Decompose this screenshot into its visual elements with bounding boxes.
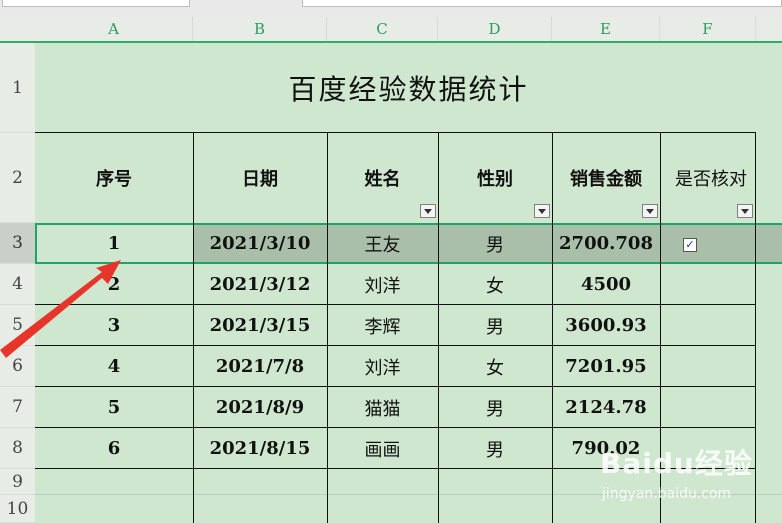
row-header-2[interactable]: 2: [0, 133, 35, 223]
watermark-url: jingyan.baidu.com: [602, 486, 732, 502]
cell-name[interactable]: 画画: [327, 428, 438, 469]
cell-amount[interactable]: 2124.78: [552, 387, 660, 428]
cell-amount[interactable]: 7201.95: [552, 346, 660, 387]
cell-name[interactable]: 猫猫: [327, 387, 438, 428]
cell-gender[interactable]: 男: [438, 428, 552, 469]
baidu-watermark: Baidu经验 jingyan.baidu.com: [588, 436, 782, 520]
column-header-d[interactable]: D: [438, 17, 552, 41]
cell-gender[interactable]: 女: [438, 264, 552, 305]
cell-gender[interactable]: 男: [438, 305, 552, 346]
cell-gender[interactable]: 男: [438, 387, 552, 428]
header-cell-no[interactable]: 序号: [35, 133, 193, 223]
column-header-bar: A B C D E F: [0, 17, 782, 43]
cell-date[interactable]: 2021/8/15: [193, 428, 327, 469]
cell-name[interactable]: 刘洋: [327, 264, 438, 305]
column-header-f[interactable]: F: [660, 17, 756, 41]
column-header-e[interactable]: E: [552, 17, 660, 41]
filter-dropdown-name[interactable]: [420, 204, 436, 218]
filter-dropdown-gender[interactable]: [534, 204, 550, 218]
watermark-brand: Baidu经验: [600, 447, 753, 480]
cell-amount[interactable]: 3600.93: [552, 305, 660, 346]
cell-amount[interactable]: 2700.708: [552, 223, 660, 264]
cell-name[interactable]: 刘洋: [327, 346, 438, 387]
cell-gender[interactable]: 女: [438, 346, 552, 387]
cell-name[interactable]: 李辉: [327, 305, 438, 346]
cell-date[interactable]: 2021/7/8: [193, 346, 327, 387]
filter-dropdown-checked[interactable]: [737, 204, 753, 218]
row-header-7[interactable]: 7: [0, 387, 35, 428]
header-cell-date[interactable]: 日期: [193, 133, 327, 223]
cell-amount[interactable]: 4500: [552, 264, 660, 305]
column-header-c[interactable]: C: [327, 17, 438, 41]
annotation-arrow-icon: [0, 260, 121, 358]
cell-no[interactable]: 6: [35, 428, 193, 469]
formula-input[interactable]: [302, 0, 782, 7]
row-header-10[interactable]: 10: [0, 495, 35, 523]
sheet-title[interactable]: 百度经验数据统计: [35, 43, 782, 133]
cell-date[interactable]: 2021/3/10: [193, 223, 327, 264]
column-header-b[interactable]: B: [193, 17, 327, 41]
row-header-8[interactable]: 8: [0, 428, 35, 469]
name-box[interactable]: [2, 0, 190, 7]
cell-date[interactable]: 2021/8/9: [193, 387, 327, 428]
verified-checkbox[interactable]: ✓: [683, 238, 697, 252]
filter-dropdown-amount[interactable]: [642, 204, 658, 218]
cell-date[interactable]: 2021/3/12: [193, 264, 327, 305]
row-header-1[interactable]: 1: [0, 43, 35, 133]
cell-no[interactable]: 5: [35, 387, 193, 428]
formula-bar-strip: [0, 0, 782, 18]
column-header-a[interactable]: A: [35, 17, 193, 41]
cell-name[interactable]: 王友: [327, 223, 438, 264]
row-header-9[interactable]: 9: [0, 469, 35, 495]
cell-date[interactable]: 2021/3/15: [193, 305, 327, 346]
cell-gender[interactable]: 男: [438, 223, 552, 264]
